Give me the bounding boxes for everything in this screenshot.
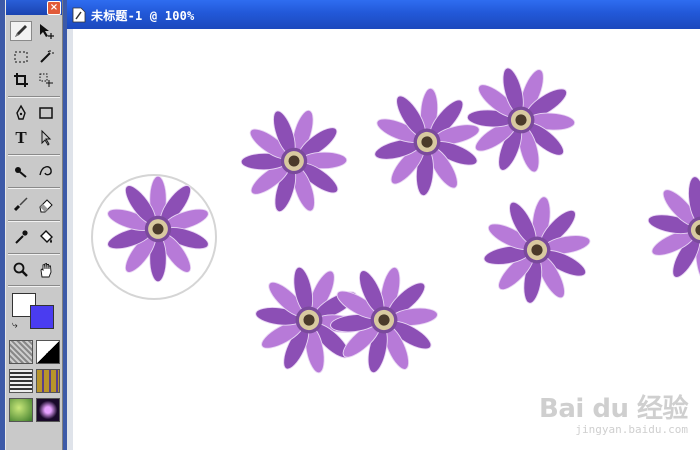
toolbox-close-button[interactable]: × — [47, 1, 61, 15]
brush-icon[interactable] — [10, 194, 32, 214]
document-window: 未标题-1 @ 100% Bai du 经验 jingyan.baidu.com — [67, 0, 700, 450]
eyedropper-icon[interactable] — [10, 227, 32, 247]
pattern-swatch-purple[interactable] — [36, 398, 60, 422]
hand-icon[interactable] — [35, 260, 57, 280]
toolbox-panel: × T ⤷ — [0, 0, 67, 450]
pattern-swatch-lines[interactable] — [9, 369, 33, 393]
toolbox-separator — [8, 220, 60, 222]
toolbox-body: × T ⤷ — [5, 0, 63, 450]
toolbox-separator — [8, 154, 60, 156]
document-name: 未标题-1 — [91, 9, 143, 23]
swap-colors-icon[interactable]: ⤷ — [12, 320, 18, 331]
document-titlebar[interactable]: 未标题-1 @ 100% — [67, 0, 700, 29]
pattern-swatch-leaf[interactable] — [9, 398, 33, 422]
pattern-swatch-noise[interactable] — [9, 340, 33, 364]
pencil-icon[interactable] — [10, 21, 32, 41]
toolbox-separator — [8, 253, 60, 255]
flower-image — [103, 174, 213, 284]
magic-wand-icon[interactable] — [35, 47, 57, 67]
flower-image — [645, 174, 700, 286]
toolbox-separator — [8, 187, 60, 189]
flower-image — [328, 264, 440, 376]
flower-image — [465, 64, 577, 176]
move-icon[interactable] — [35, 21, 57, 41]
text-tool-glyph: T — [15, 128, 27, 147]
toolbox-separator — [8, 285, 60, 287]
pattern-swatch-gold[interactable] — [36, 369, 60, 393]
document-icon — [72, 7, 86, 23]
fill-color-swatch[interactable] — [30, 305, 54, 329]
selection-arrow-icon[interactable] — [35, 128, 57, 148]
eraser-icon[interactable] — [35, 194, 57, 214]
crop-icon[interactable] — [10, 70, 32, 90]
flower-image — [481, 194, 593, 306]
rectangle-icon[interactable] — [35, 103, 57, 123]
paint-bucket-icon[interactable] — [35, 227, 57, 247]
text-icon[interactable]: T — [10, 128, 32, 148]
pen-icon[interactable] — [10, 103, 32, 123]
zoom-separator: @ — [149, 9, 158, 23]
watermark-logo: Bai du 经验 — [539, 394, 689, 424]
canvas[interactable]: Bai du 经验 jingyan.baidu.com — [73, 29, 700, 450]
flower-image — [239, 106, 349, 216]
toolbox-titlebar[interactable]: × — [6, 0, 62, 15]
lasso-icon[interactable] — [10, 161, 32, 181]
marquee-icon[interactable] — [10, 47, 32, 67]
freeform-icon[interactable] — [35, 161, 57, 181]
slice-icon[interactable] — [35, 70, 57, 90]
document-title: 未标题-1 @ 100% — [91, 7, 194, 24]
zoom-level: 100% — [164, 9, 195, 23]
pattern-swatch-bw[interactable] — [36, 340, 60, 364]
toolbox-separator — [8, 96, 60, 98]
zoom-icon[interactable] — [10, 260, 32, 280]
baidu-jingyan-watermark: Bai du 经验 jingyan.baidu.com — [539, 388, 689, 436]
